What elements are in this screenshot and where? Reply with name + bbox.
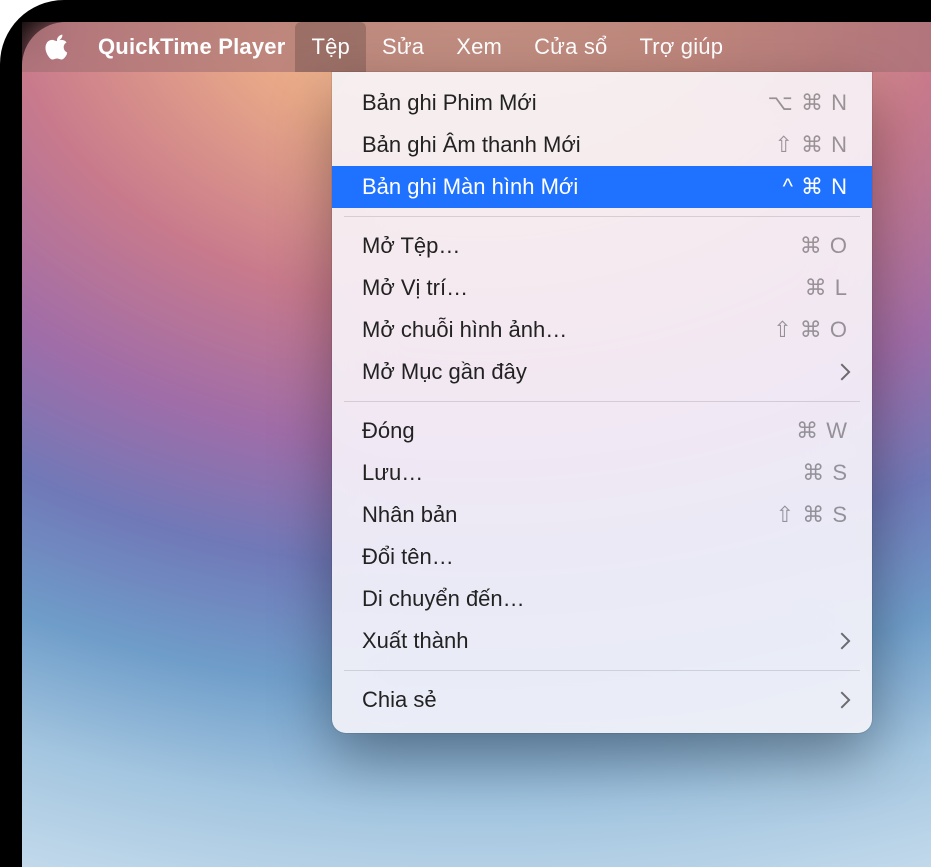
menuitem-label: Bản ghi Màn hình Mới xyxy=(362,174,728,200)
menuitem-shortcut: ⇧ ⌘ S xyxy=(728,502,848,528)
menuitem-shortcut: ⇧ ⌘ N xyxy=(728,132,848,158)
menuitem-label: Chia sẻ xyxy=(362,687,820,713)
menuitem-label: Mở Mục gần đây xyxy=(362,359,820,385)
chevron-right-icon xyxy=(834,364,851,381)
menubar: QuickTime Player Tệp Sửa Xem Cửa sổ Trợ … xyxy=(22,22,931,72)
menuitem-label: Nhân bản xyxy=(362,502,728,528)
menuitem-shortcut: ⌘ W xyxy=(728,418,848,444)
menuitem-label: Đóng xyxy=(362,418,728,444)
apple-menu[interactable] xyxy=(44,34,88,60)
menuitem-close[interactable]: Đóng ⌘ W xyxy=(332,410,872,452)
menuitem-open-image-sequence[interactable]: Mở chuỗi hình ảnh… ⇧ ⌘ O xyxy=(332,309,872,351)
menu-view-label: Xem xyxy=(456,34,502,60)
menu-file[interactable]: Tệp xyxy=(295,22,366,72)
menuitem-shortcut: ⌘ O xyxy=(728,233,848,259)
menu-help-label: Trợ giúp xyxy=(639,34,723,60)
app-name[interactable]: QuickTime Player xyxy=(88,22,295,72)
menuitem-label: Lưu… xyxy=(362,460,728,486)
menuitem-label: Mở Vị trí… xyxy=(362,275,728,301)
menu-edit-label: Sửa xyxy=(382,34,424,60)
device-frame: QuickTime Player Tệp Sửa Xem Cửa sổ Trợ … xyxy=(0,0,931,867)
menuitem-shortcut: ⌘ S xyxy=(728,460,848,486)
menu-view[interactable]: Xem xyxy=(440,22,518,72)
chevron-right-icon xyxy=(834,692,851,709)
menuitem-label: Bản ghi Âm thanh Mới xyxy=(362,132,728,158)
menu-file-label: Tệp xyxy=(311,34,350,60)
menuitem-label: Xuất thành xyxy=(362,628,820,654)
menuitem-rename[interactable]: Đổi tên… xyxy=(332,536,872,578)
menuitem-label: Đổi tên… xyxy=(362,544,848,570)
menu-help[interactable]: Trợ giúp xyxy=(623,22,739,72)
menuitem-label: Di chuyển đến… xyxy=(362,586,848,612)
menuitem-new-movie-recording[interactable]: Bản ghi Phim Mới ⌥ ⌘ N xyxy=(332,82,872,124)
menuitem-share[interactable]: Chia sẻ xyxy=(332,679,872,721)
menuitem-open-file[interactable]: Mở Tệp… ⌘ O xyxy=(332,225,872,267)
menuitem-move-to[interactable]: Di chuyển đến… xyxy=(332,578,872,620)
menu-edit[interactable]: Sửa xyxy=(366,22,440,72)
menuitem-shortcut: ⌥ ⌘ N xyxy=(728,90,848,116)
apple-logo-icon xyxy=(44,34,70,60)
menu-separator xyxy=(344,670,860,671)
menuitem-save[interactable]: Lưu… ⌘ S xyxy=(332,452,872,494)
menuitem-label: Mở Tệp… xyxy=(362,233,728,259)
desktop: QuickTime Player Tệp Sửa Xem Cửa sổ Trợ … xyxy=(22,22,931,867)
menuitem-new-screen-recording[interactable]: Bản ghi Màn hình Mới ^ ⌘ N xyxy=(332,166,872,208)
menuitem-shortcut: ^ ⌘ N xyxy=(728,174,848,200)
file-menu-dropdown: Bản ghi Phim Mới ⌥ ⌘ N Bản ghi Âm thanh … xyxy=(332,72,872,733)
menuitem-open-recent[interactable]: Mở Mục gần đây xyxy=(332,351,872,393)
menuitem-shortcut: ⇧ ⌘ O xyxy=(728,317,848,343)
menu-separator xyxy=(344,401,860,402)
menuitem-duplicate[interactable]: Nhân bản ⇧ ⌘ S xyxy=(332,494,872,536)
menuitem-shortcut: ⌘ L xyxy=(728,275,848,301)
menu-separator xyxy=(344,216,860,217)
menu-window[interactable]: Cửa sổ xyxy=(518,22,623,72)
chevron-right-icon xyxy=(834,633,851,650)
menu-window-label: Cửa sổ xyxy=(534,34,607,60)
menuitem-new-audio-recording[interactable]: Bản ghi Âm thanh Mới ⇧ ⌘ N xyxy=(332,124,872,166)
menuitem-export-as[interactable]: Xuất thành xyxy=(332,620,872,662)
menuitem-label: Bản ghi Phim Mới xyxy=(362,90,728,116)
menuitem-open-location[interactable]: Mở Vị trí… ⌘ L xyxy=(332,267,872,309)
menuitem-label: Mở chuỗi hình ảnh… xyxy=(362,317,728,343)
